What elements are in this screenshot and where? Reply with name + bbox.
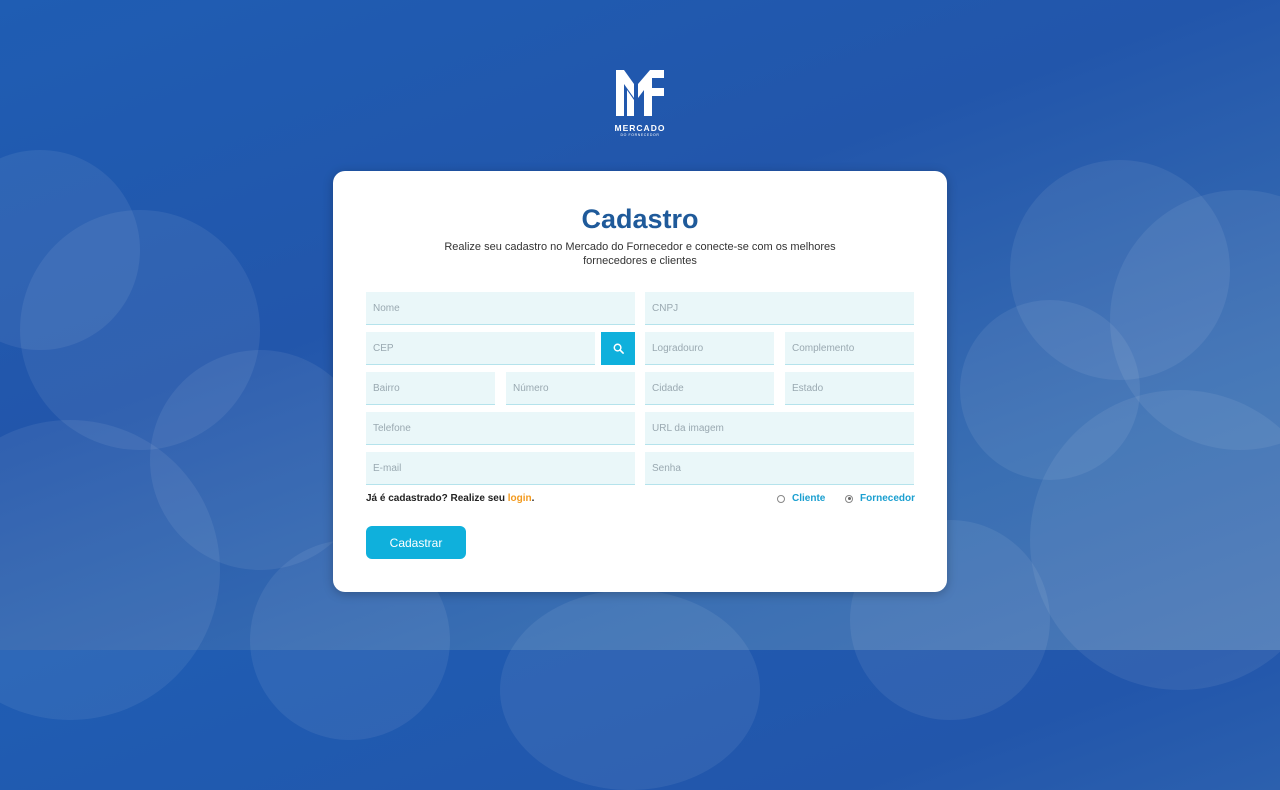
email-input[interactable] xyxy=(366,452,635,484)
login-prompt: Já é cadastrado? Realize seu login. xyxy=(366,493,534,504)
page-subtitle: Realize seu cadastro no Mercado do Forne… xyxy=(440,240,840,268)
senha-input[interactable] xyxy=(645,452,914,484)
radio-cliente-label: Cliente xyxy=(792,493,826,504)
mf-logo-icon xyxy=(616,70,664,116)
url-imagem-input[interactable] xyxy=(645,412,914,444)
estado-input[interactable] xyxy=(785,372,914,404)
page-title: Cadastro xyxy=(581,204,699,234)
numero-field xyxy=(506,372,635,405)
brand-name: MERCADO xyxy=(614,123,666,133)
brand-logo: MERCADO DO FORNECEDOR xyxy=(602,68,678,140)
bairro-input[interactable] xyxy=(366,372,495,404)
cadastrar-button[interactable]: Cadastrar xyxy=(366,526,466,559)
signup-card: Cadastro Realize seu cadastro no Mercado… xyxy=(333,171,947,592)
radio-fornecedor[interactable]: Fornecedor xyxy=(845,493,915,504)
subtitle-line-1: Realize seu cadastro no Mercado do Forne… xyxy=(444,241,836,253)
login-prompt-text: Já é cadastrado? Realize seu xyxy=(366,493,508,504)
numero-input[interactable] xyxy=(506,372,635,404)
cnpj-input[interactable] xyxy=(645,292,914,324)
complemento-field xyxy=(785,332,914,365)
subtitle-line-2: fornecedores e clientes xyxy=(583,255,697,267)
radio-cliente-indicator[interactable] xyxy=(777,494,785,503)
brand-tagline: DO FORNECEDOR xyxy=(620,133,660,137)
nome-field xyxy=(366,292,635,325)
email-field xyxy=(366,452,635,485)
estado-field xyxy=(785,372,914,405)
cidade-input[interactable] xyxy=(645,372,774,404)
cidade-field xyxy=(645,372,774,405)
cep-field xyxy=(366,332,595,365)
url-imagem-field xyxy=(645,412,914,445)
cep-search-button[interactable] xyxy=(601,332,635,365)
telefone-input[interactable] xyxy=(366,412,635,444)
search-icon xyxy=(613,343,624,354)
login-link[interactable]: login xyxy=(508,493,532,504)
logradouro-field xyxy=(645,332,774,365)
cep-input[interactable] xyxy=(366,332,595,364)
bairro-field xyxy=(366,372,495,405)
logradouro-input[interactable] xyxy=(645,332,774,364)
radio-fornecedor-indicator[interactable] xyxy=(845,494,853,503)
cnpj-field xyxy=(645,292,914,325)
complemento-input[interactable] xyxy=(785,332,914,364)
radio-fornecedor-label: Fornecedor xyxy=(860,493,916,504)
login-prompt-suffix: . xyxy=(531,493,535,504)
radio-cliente[interactable]: Cliente xyxy=(777,493,825,504)
nome-input[interactable] xyxy=(366,292,635,324)
senha-field xyxy=(645,452,914,485)
telefone-field xyxy=(366,412,635,445)
